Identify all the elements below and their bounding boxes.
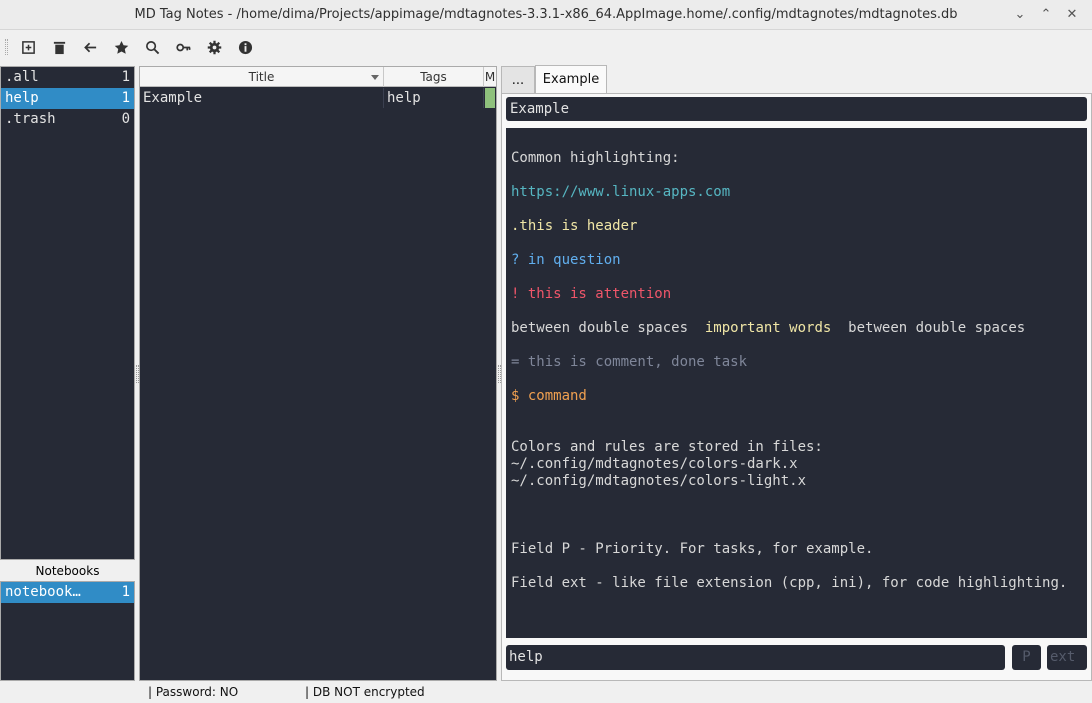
search-button[interactable] — [141, 37, 163, 57]
command-text: $ command — [511, 388, 587, 404]
delete-note-button[interactable] — [48, 37, 70, 57]
column-title-header[interactable]: Title — [140, 67, 384, 87]
search-icon — [145, 40, 159, 54]
mixed-line: between double spaces important words be… — [511, 320, 1025, 337]
back-button[interactable] — [79, 37, 101, 57]
column-mark-label: M — [484, 70, 496, 84]
favorite-button[interactable] — [110, 37, 132, 57]
text-line: Field P - Priority. For tasks, for examp… — [511, 541, 874, 557]
important-text: important words — [704, 320, 832, 336]
text-line: ~/.config/mdtagnotes/colors-dark.x — [511, 456, 798, 472]
note-mark-indicator — [485, 88, 495, 108]
text-line: Common highlighting: — [511, 150, 680, 166]
star-icon — [114, 40, 128, 54]
text-line: Colors and rules are stored in files: — [511, 439, 823, 455]
tag-count: 1 — [121, 69, 130, 85]
extension-field[interactable]: ext — [1047, 645, 1087, 670]
priority-field[interactable]: P — [1012, 645, 1041, 670]
arrow-left-icon — [83, 42, 96, 52]
toolbar-grip[interactable] — [5, 39, 8, 55]
note-tags-input[interactable]: help — [506, 645, 1005, 670]
column-tags-label: Tags — [420, 70, 447, 84]
notebooks-list[interactable]: notebook… 1 — [0, 581, 135, 681]
notebook-label: notebook… — [5, 584, 81, 600]
tab-example[interactable]: Example — [535, 65, 607, 93]
add-note-icon — [21, 40, 35, 54]
note-body-editor[interactable]: Common highlighting: https://www.linux-a… — [506, 128, 1087, 638]
note-tags-cell[interactable]: help — [384, 88, 484, 108]
tag-item-help[interactable]: help 1 — [1, 88, 134, 109]
column-mark-header[interactable]: M — [484, 67, 496, 87]
close-icon: ✕ — [1066, 7, 1078, 22]
notes-table[interactable]: Title Tags M Example help — [139, 66, 497, 681]
title-bar: MD Tag Notes - /home/dima/Projects/appim… — [0, 0, 1092, 30]
notebooks-header: Notebooks — [0, 561, 135, 581]
key-icon — [175, 43, 190, 51]
trash-icon — [53, 41, 65, 54]
status-bar: | Password: NO | DB NOT encrypted — [0, 682, 1092, 703]
sort-desc-icon — [371, 75, 379, 80]
column-tags-header[interactable]: Tags — [384, 67, 484, 87]
tag-label: help — [5, 90, 39, 106]
header-text: .this is header — [511, 218, 638, 234]
gear-icon — [207, 40, 221, 54]
plain-text: between double spaces — [831, 320, 1026, 336]
attention-text: ! this is attention — [511, 286, 672, 302]
tag-label: .all — [5, 69, 39, 85]
tags-list[interactable]: .all 1 help 1 .trash 0 — [0, 66, 135, 560]
restore-icon: ⌃ — [1040, 7, 1052, 22]
minimize-button[interactable]: ⌄ — [1010, 5, 1030, 25]
tag-item-trash[interactable]: .trash 0 — [1, 109, 134, 130]
notes-table-header: Title Tags M — [140, 67, 496, 87]
password-status: | Password: NO — [148, 685, 239, 699]
link-text[interactable]: https://www.linux-apps.com — [511, 184, 730, 201]
close-button[interactable]: ✕ — [1062, 5, 1082, 25]
plain-text: between double spaces — [511, 320, 705, 336]
tag-item-all[interactable]: .all 1 — [1, 67, 134, 88]
encryption-status: | DB NOT encrypted — [305, 685, 425, 699]
settings-button[interactable] — [203, 37, 225, 57]
minimize-icon: ⌄ — [1014, 7, 1026, 22]
notebook-item[interactable]: notebook… 1 — [1, 582, 134, 603]
comment-text: = this is comment, done task — [511, 354, 748, 370]
column-title-label: Title — [248, 70, 275, 84]
table-row[interactable]: Example help — [140, 88, 496, 108]
tag-count: 1 — [121, 90, 130, 106]
text-line: ~/.config/mdtagnotes/colors-light.x — [511, 473, 807, 489]
add-note-button[interactable] — [17, 37, 39, 57]
note-title-cell[interactable]: Example — [140, 88, 384, 108]
window-title: MD Tag Notes - /home/dima/Projects/appim… — [134, 7, 958, 22]
info-icon — [238, 40, 252, 54]
tag-count: 0 — [121, 111, 130, 127]
tag-label: .trash — [5, 111, 56, 127]
toolbar — [0, 31, 1092, 63]
text-line: Field ext - like file extension (cpp, in… — [511, 575, 1068, 591]
notebook-count: 1 — [121, 584, 130, 600]
tab-more[interactable]: ... — [501, 66, 535, 93]
about-button[interactable] — [234, 37, 256, 57]
restore-button[interactable]: ⌃ — [1036, 5, 1056, 25]
note-title-input[interactable]: Example — [506, 97, 1087, 121]
password-button[interactable] — [172, 37, 194, 57]
question-text: ? in question — [511, 252, 621, 268]
